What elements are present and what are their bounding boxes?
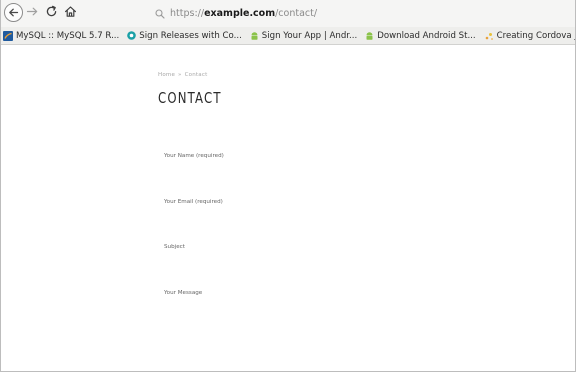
search-icon xyxy=(155,8,165,19)
address-bar[interactable]: https://example.com/contact/ xyxy=(149,4,575,23)
message-field-label: Your Message xyxy=(164,290,203,296)
browser-window: https://example.com/contact/ MySQL :: My… xyxy=(0,0,576,372)
url-prefix: https:// xyxy=(170,8,205,19)
subject-field-label: Subject xyxy=(164,244,185,250)
forward-arrow-icon xyxy=(26,7,38,16)
bookmark-mysql[interactable]: MySQL :: MySQL 5.7 R... xyxy=(3,30,120,41)
bookmarks-bar: MySQL :: MySQL 5.7 R... Sign Releases wi… xyxy=(1,27,575,45)
forward-button[interactable] xyxy=(26,5,39,18)
home-icon xyxy=(65,6,76,17)
url-host: example.com xyxy=(204,8,276,19)
bookmark-sign-releases[interactable]: Sign Releases with Co... xyxy=(127,31,242,41)
back-arrow-icon xyxy=(9,8,19,17)
bookmark-label: Sign Your App | Andr... xyxy=(261,30,358,41)
bookmark-label: Creating Cordova jQ... xyxy=(496,30,575,41)
bookmark-label: Download Android St... xyxy=(377,30,476,41)
bookmark-creating-cordova[interactable]: Creating Cordova jQ... xyxy=(484,30,575,41)
url-path: /contact/ xyxy=(275,8,318,19)
mysql-bookmark-icon xyxy=(3,30,13,41)
bookmark-download-android[interactable]: Download Android St... xyxy=(365,30,476,41)
bookmark-label: Sign Releases with Co... xyxy=(139,30,242,41)
android-bookmark-icon xyxy=(250,31,259,41)
breadcrumb-separator: » xyxy=(178,72,182,78)
name-field-label: Your Name (required) xyxy=(164,153,224,159)
android-bookmark-icon xyxy=(365,31,374,41)
page-title: CONTACT xyxy=(158,89,222,107)
bookmark-label: MySQL :: MySQL 5.7 R... xyxy=(16,30,120,41)
email-field-label: Your Email (required) xyxy=(164,199,223,205)
back-button[interactable] xyxy=(4,3,23,22)
breadcrumb-current: Contact xyxy=(184,72,208,78)
reload-icon xyxy=(46,5,57,17)
bookmark-sign-your-app[interactable]: Sign Your App | Andr... xyxy=(250,31,357,41)
reload-button[interactable] xyxy=(45,5,58,18)
cordova-bookmark-icon xyxy=(127,31,137,40)
browser-toolbar: https://example.com/contact/ xyxy=(1,0,575,27)
sparkle-bookmark-icon xyxy=(484,31,494,41)
breadcrumb-home-link[interactable]: Home xyxy=(158,72,175,78)
home-button[interactable] xyxy=(64,5,77,18)
breadcrumb: Home» Contact xyxy=(158,72,207,78)
url-text: https://example.com/contact/ xyxy=(170,8,317,19)
